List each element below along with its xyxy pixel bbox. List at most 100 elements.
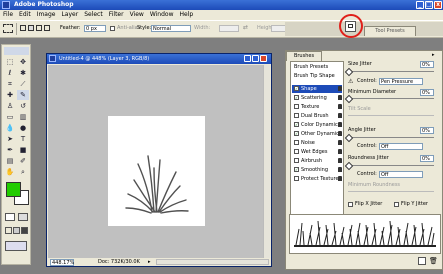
- imageready-jump-icon[interactable]: [5, 241, 27, 251]
- menu-filter[interactable]: Filter: [106, 10, 127, 20]
- foreground-color-swatch[interactable]: [6, 182, 21, 197]
- lasso-tool-icon[interactable]: ℓ: [4, 68, 16, 78]
- lock-icon[interactable]: [338, 176, 342, 181]
- menu-layer[interactable]: Layer: [58, 10, 81, 20]
- brush-option-row[interactable]: Brush Presets: [292, 63, 342, 71]
- move-tool-icon[interactable]: ✥: [17, 57, 29, 67]
- brush-tool-icon[interactable]: ✎: [17, 90, 29, 100]
- menu-file[interactable]: File: [0, 10, 16, 20]
- subtract-selection-icon[interactable]: [36, 25, 42, 31]
- lock-icon[interactable]: [338, 104, 342, 109]
- lock-icon[interactable]: [338, 122, 342, 127]
- dodge-tool-icon[interactable]: ●: [17, 123, 29, 133]
- standard-mode-icon[interactable]: [5, 213, 15, 221]
- screen-mode-full-menu-icon[interactable]: [13, 227, 20, 234]
- doc-close-button[interactable]: [260, 55, 267, 62]
- rect-marquee-preset-icon[interactable]: [3, 24, 13, 33]
- width-input[interactable]: [219, 25, 239, 32]
- angle-jitter-slider[interactable]: [348, 137, 434, 138]
- history-brush-tool-icon[interactable]: ↺: [17, 101, 29, 111]
- swap-arrows-icon[interactable]: ⇄: [243, 25, 251, 31]
- menu-image[interactable]: Image: [34, 10, 59, 20]
- roundness-jitter-slider[interactable]: [348, 165, 434, 166]
- new-selection-icon[interactable]: [20, 25, 26, 31]
- palette-menu-icon[interactable]: ▸: [432, 52, 435, 58]
- feather-input[interactable]: 0 px: [84, 25, 106, 32]
- flip-x-checkbox[interactable]: [348, 202, 353, 207]
- menu-help[interactable]: Help: [177, 10, 197, 20]
- tab-tool-presets[interactable]: Tool Presets: [364, 26, 416, 36]
- screen-mode-standard-icon[interactable]: [5, 227, 12, 234]
- lock-icon[interactable]: [338, 149, 342, 154]
- min-roundness-slider[interactable]: [348, 191, 434, 192]
- lock-icon[interactable]: [338, 131, 342, 136]
- close-button[interactable]: x: [434, 1, 442, 9]
- min-diameter-knob[interactable]: [344, 94, 354, 104]
- hand-tool-icon[interactable]: ✋: [4, 167, 16, 177]
- brush-option-checkbox[interactable]: [294, 149, 299, 154]
- min-diameter-slider[interactable]: [348, 98, 434, 99]
- quick-mask-mode-icon[interactable]: [18, 213, 28, 221]
- eyedropper-tool-icon[interactable]: ✐: [17, 156, 29, 166]
- brush-option-row[interactable]: ✓ Color Dynamics: [292, 121, 342, 129]
- menu-window[interactable]: Window: [147, 10, 177, 20]
- shape-tool-icon[interactable]: ■: [17, 145, 29, 155]
- menu-edit[interactable]: Edit: [16, 10, 34, 20]
- lock-icon[interactable]: [338, 113, 342, 118]
- brush-option-row[interactable]: Brush Tip Shape: [292, 72, 342, 80]
- pen-tool-icon[interactable]: ✒: [4, 145, 16, 155]
- healing-brush-tool-icon[interactable]: ✚: [4, 90, 16, 100]
- brush-option-row[interactable]: Wet Edges: [292, 148, 342, 156]
- roundness-jitter-value[interactable]: 0%: [420, 155, 434, 162]
- menu-view[interactable]: View: [127, 10, 147, 20]
- menu-select[interactable]: Select: [81, 10, 106, 20]
- control2-select[interactable]: Off: [379, 143, 423, 150]
- size-jitter-value[interactable]: 0%: [420, 61, 434, 68]
- brush-option-checkbox[interactable]: ✓: [294, 122, 299, 127]
- slice-tool-icon[interactable]: ⟋: [17, 79, 29, 89]
- antialias-checkbox[interactable]: [110, 26, 115, 31]
- crop-tool-icon[interactable]: ⌗: [4, 79, 16, 89]
- brush-option-checkbox[interactable]: [294, 113, 299, 118]
- size-jitter-slider[interactable]: [348, 71, 434, 72]
- brush-option-row[interactable]: ✓ Scattering: [292, 94, 342, 102]
- tab-brushes[interactable]: Brushes: [286, 51, 322, 61]
- brush-option-checkbox[interactable]: ✓: [294, 95, 299, 100]
- size-jitter-knob[interactable]: [344, 67, 354, 77]
- maximize-button[interactable]: □: [425, 1, 433, 9]
- gradient-tool-icon[interactable]: ▥: [17, 112, 29, 122]
- lock-icon[interactable]: [338, 158, 342, 163]
- marquee-tool-icon[interactable]: ⬚: [4, 57, 16, 67]
- brush-option-checkbox[interactable]: [294, 158, 299, 163]
- brush-option-checkbox[interactable]: ✓: [294, 131, 299, 136]
- brush-option-checkbox[interactable]: [294, 104, 299, 109]
- blur-tool-icon[interactable]: 💧: [4, 123, 16, 133]
- eraser-tool-icon[interactable]: ▭: [4, 112, 16, 122]
- min-diameter-value[interactable]: 0%: [420, 89, 434, 96]
- control3-select[interactable]: Off: [379, 171, 423, 178]
- brush-option-row[interactable]: ✓ Other Dynamics: [292, 130, 342, 138]
- brush-option-row[interactable]: ✓ Smoothing: [292, 166, 342, 174]
- type-tool-icon[interactable]: T: [17, 134, 29, 144]
- document-scrollbar[interactable]: [263, 65, 270, 258]
- zoom-level-field[interactable]: 448.17%: [50, 259, 74, 266]
- intersect-selection-icon[interactable]: [44, 25, 50, 31]
- brush-option-row[interactable]: Texture: [292, 103, 342, 111]
- notes-tool-icon[interactable]: ▤: [4, 156, 16, 166]
- brush-option-row[interactable]: ✓ Shape Dynamics: [292, 85, 342, 100]
- minimize-button[interactable]: _: [416, 1, 424, 9]
- new-preset-icon[interactable]: [418, 257, 426, 265]
- brush-option-checkbox[interactable]: ✓: [294, 86, 299, 91]
- style-select[interactable]: Normal: [151, 25, 191, 32]
- control1-select[interactable]: Pen Pressure: [379, 78, 423, 85]
- clone-stamp-tool-icon[interactable]: ♙: [4, 101, 16, 111]
- screen-mode-full-icon[interactable]: [21, 227, 28, 234]
- status-arrow-icon[interactable]: ▸: [148, 260, 151, 265]
- lock-icon[interactable]: [338, 140, 342, 145]
- angle-jitter-value[interactable]: 0%: [420, 127, 434, 134]
- brush-option-checkbox[interactable]: [294, 176, 299, 181]
- brush-option-row[interactable]: Noise: [292, 139, 342, 147]
- doc-maximize-button[interactable]: [252, 55, 259, 62]
- lock-icon[interactable]: [338, 95, 342, 100]
- roundness-jitter-knob[interactable]: [344, 161, 354, 171]
